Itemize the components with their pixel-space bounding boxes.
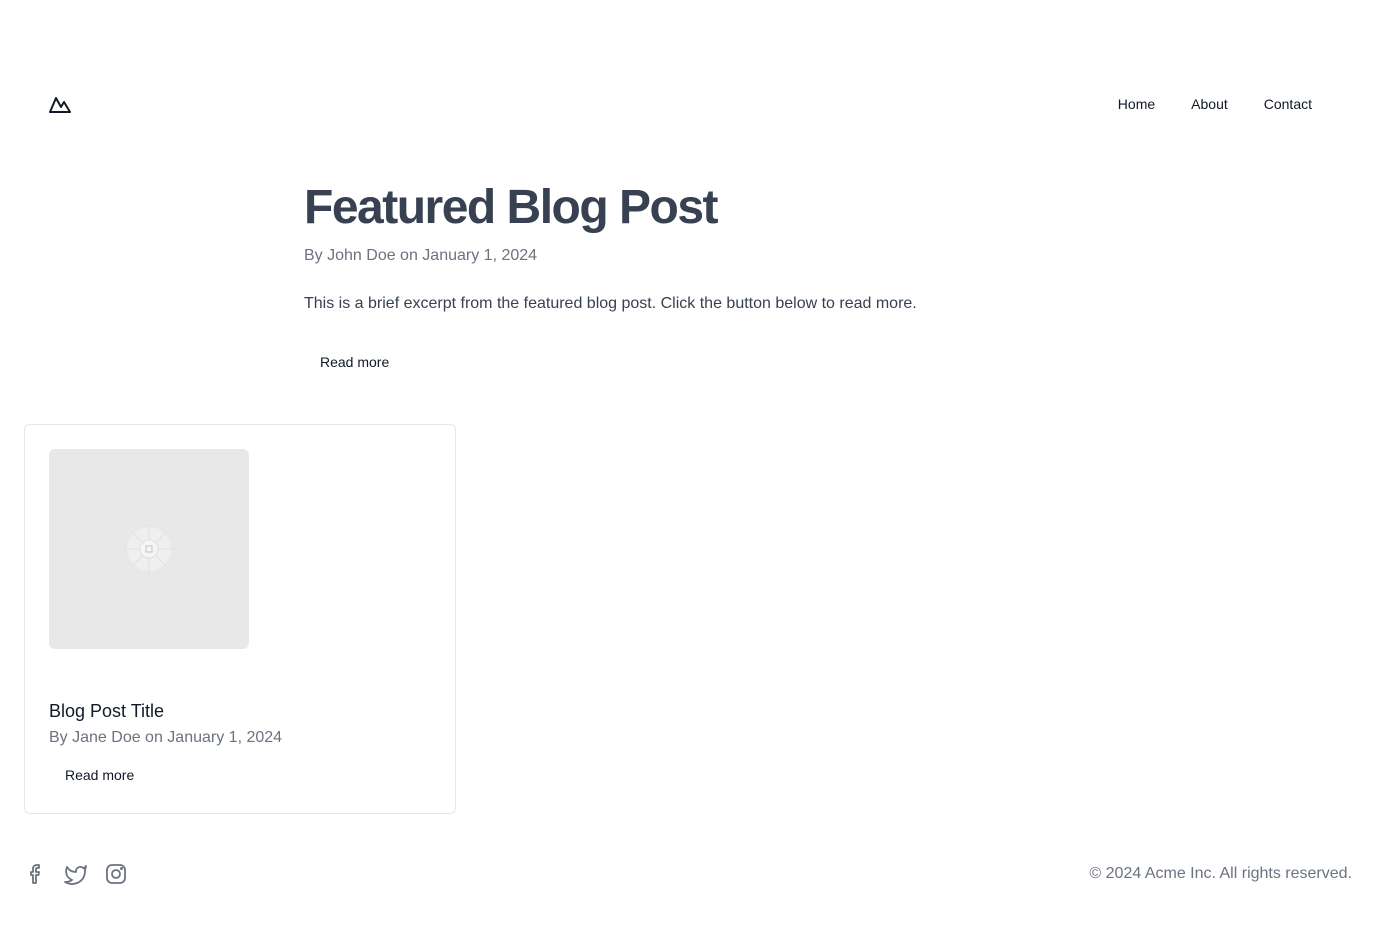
logo-link[interactable] — [48, 92, 72, 116]
featured-post: Featured Blog Post By John Doe on Januar… — [304, 180, 1084, 378]
nav-link-contact[interactable]: Contact — [1248, 88, 1328, 120]
featured-read-more-button[interactable]: Read more — [304, 346, 405, 378]
site-header: Home About Contact — [0, 80, 1376, 128]
main-nav: Home About Contact — [1102, 80, 1328, 128]
twitter-link[interactable] — [64, 862, 88, 886]
copyright-text: © 2024 Acme Inc. All rights reserved. — [1089, 865, 1352, 882]
post-meta: By Jane Doe on January 1, 2024 — [49, 729, 283, 746]
facebook-link[interactable] — [24, 862, 48, 886]
post-read-more-button[interactable]: Read more — [49, 759, 150, 791]
nav-link-about[interactable]: About — [1175, 88, 1244, 120]
post-title[interactable]: Blog Post Title — [49, 699, 164, 723]
blog-post-card: Blog Post Title By Jane Doe on January 1… — [24, 424, 456, 814]
facebook-icon — [30, 864, 40, 884]
post-image-placeholder — [49, 449, 249, 649]
featured-meta: By John Doe on January 1, 2024 — [304, 247, 538, 264]
image-placeholder-icon — [125, 525, 173, 573]
featured-title: Featured Blog Post — [304, 181, 719, 234]
site-footer: © 2024 Acme Inc. All rights reserved. — [0, 850, 1376, 898]
social-links — [24, 862, 128, 886]
twitter-icon — [64, 865, 87, 885]
featured-excerpt: This is a brief excerpt from the feature… — [304, 295, 917, 312]
instagram-link[interactable] — [104, 862, 128, 886]
nav-link-home[interactable]: Home — [1102, 88, 1171, 120]
mountain-icon — [49, 97, 71, 113]
instagram-icon — [106, 864, 126, 884]
